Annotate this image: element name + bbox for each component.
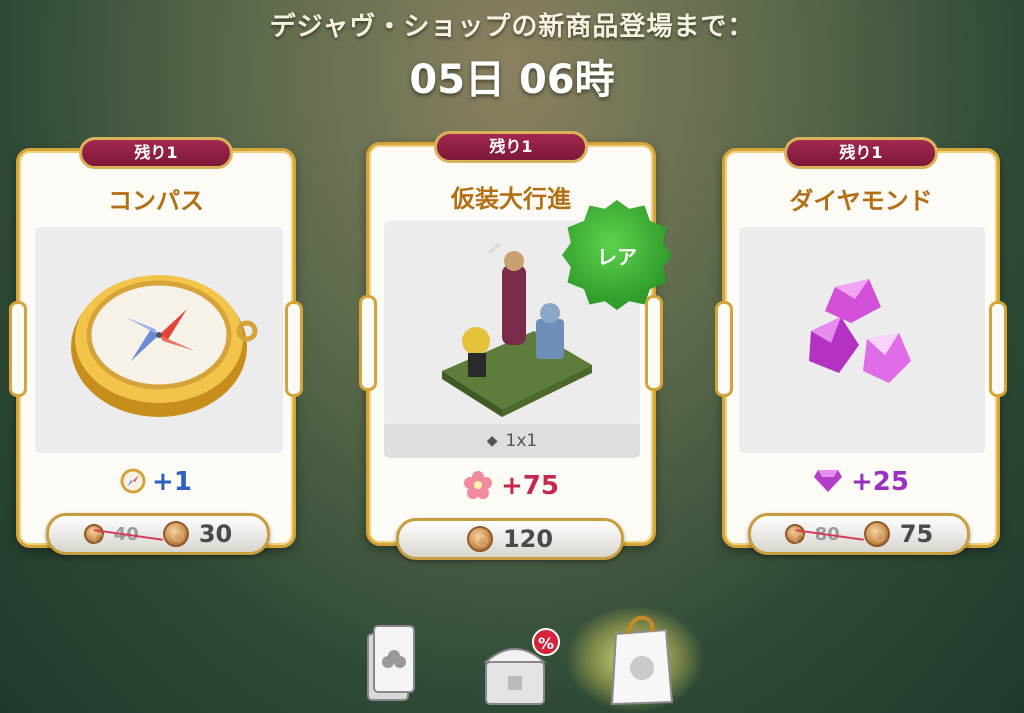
tile-size: 1x1	[505, 431, 538, 451]
shop-header: デジャヴ・ショップの新商品登場まで： 05日 06時	[0, 6, 1024, 105]
sale-price: 30	[198, 520, 233, 548]
coin-icon	[83, 524, 105, 545]
compass-icon	[120, 468, 146, 494]
shop-card-diamonds[interactable]: 残り1 ダイヤモンド +25	[715, 137, 1007, 548]
stock-ribbon: 残り1	[79, 137, 233, 169]
original-price: 80	[814, 523, 840, 545]
discount-badge: %	[532, 628, 560, 656]
coin-icon	[784, 524, 806, 545]
shopping-bag-icon	[610, 615, 674, 706]
tab-card-packs[interactable]	[362, 620, 418, 706]
card-title: コンパス	[108, 187, 204, 215]
sale-price: 75	[899, 520, 934, 548]
coin-icon	[466, 526, 493, 552]
restock-label: デジャヴ・ショップの新商品登場まで：	[269, 12, 755, 42]
item-image	[739, 227, 985, 453]
compass-icon	[71, 275, 258, 417]
item-image	[35, 227, 283, 453]
tab-shop[interactable]	[606, 612, 676, 708]
buy-button[interactable]: 40 30	[46, 513, 270, 555]
shop-card-compass[interactable]: 残り1 コンパス +1	[9, 137, 303, 548]
sale-price: 120	[502, 525, 554, 553]
tab-sale-chest[interactable]: %	[480, 628, 566, 710]
card-title: ダイヤモンド	[789, 187, 933, 215]
reward-value: +75	[501, 471, 559, 501]
coin-icon	[863, 521, 890, 547]
buy-button[interactable]: 80 75	[748, 513, 970, 555]
buy-button[interactable]: 120	[396, 518, 624, 560]
reward-amount: +1	[19, 467, 293, 497]
tile-size-icon: ◆	[486, 433, 498, 449]
size-info: ◆ 1x1	[384, 424, 640, 458]
diamond-icon	[809, 279, 911, 383]
reward-value: +1	[152, 467, 192, 497]
gem-icon	[814, 470, 843, 492]
reward-amount: +25	[725, 467, 997, 497]
card-pack-icon	[367, 625, 415, 701]
flower-icon	[464, 471, 493, 499]
stock-ribbon: 残り1	[434, 131, 588, 163]
stock-ribbon: 残り1	[784, 137, 938, 169]
restock-timer: 05日 06時	[409, 57, 615, 103]
reward-amount: +75	[366, 470, 656, 501]
reward-value: +25	[851, 467, 909, 497]
original-price: 40	[113, 523, 139, 545]
coin-icon	[162, 521, 189, 547]
